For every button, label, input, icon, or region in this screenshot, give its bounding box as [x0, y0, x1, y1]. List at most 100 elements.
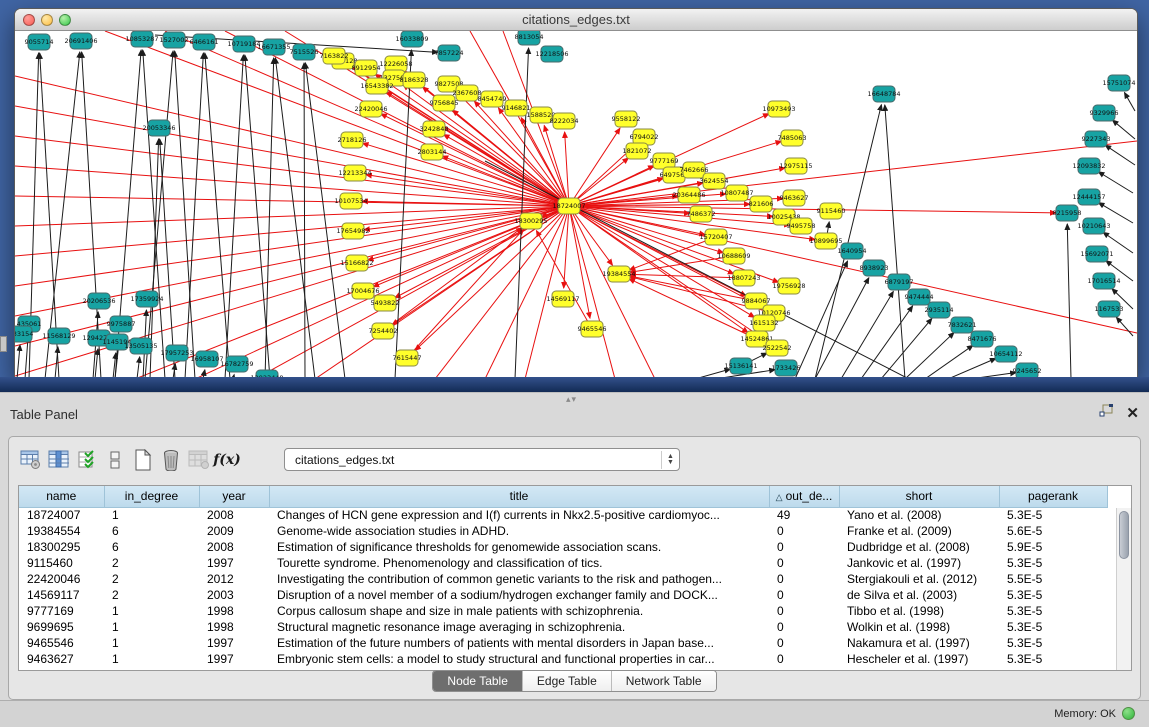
- network-node[interactable]: 9463627: [780, 190, 809, 206]
- network-node[interactable]: 12213344: [338, 165, 371, 181]
- network-node[interactable]: 8471676: [968, 331, 997, 347]
- network-node[interactable]: 8215958: [1053, 205, 1082, 221]
- network-node[interactable]: 10107534: [334, 193, 367, 209]
- network-node[interactable]: 1821072: [623, 143, 652, 159]
- column-header-year[interactable]: year: [199, 486, 269, 507]
- network-node[interactable]: 9975887: [107, 316, 136, 332]
- network-node[interactable]: 9465546: [578, 321, 607, 337]
- network-edge[interactable]: [15, 206, 569, 286]
- network-node[interactable]: 14569117: [546, 291, 579, 307]
- network-node[interactable]: 10210643: [1077, 218, 1110, 234]
- column-header-short[interactable]: short: [839, 486, 999, 507]
- network-node[interactable]: 15166822: [340, 255, 373, 271]
- attribute-table[interactable]: namein_degreeyeartitle△out_de...shortpag…: [18, 485, 1132, 671]
- network-window-titlebar[interactable]: citations_edges.txt: [15, 9, 1137, 31]
- network-node[interactable]: 3624554: [700, 173, 729, 189]
- tab-node-table[interactable]: Node Table: [433, 671, 523, 691]
- table-scrollbar[interactable]: [1116, 508, 1131, 671]
- network-node[interactable]: 7485063: [778, 130, 807, 146]
- network-node[interactable]: 9227343: [1082, 131, 1111, 147]
- network-node[interactable]: 933154: [15, 326, 33, 342]
- network-node[interactable]: 19756928: [772, 278, 805, 294]
- column-header-title[interactable]: title: [269, 486, 769, 507]
- splitter-handle[interactable]: ▴▾: [566, 394, 577, 405]
- network-node[interactable]: 10654112: [989, 346, 1022, 362]
- network-edge[interactable]: [905, 333, 954, 378]
- network-edge[interactable]: [1105, 145, 1135, 165]
- network-node[interactable]: 2522542: [763, 340, 792, 356]
- tab-edge-table[interactable]: Edge Table: [523, 671, 612, 691]
- network-edge[interactable]: [569, 206, 1137, 333]
- network-node[interactable]: 10853287: [125, 31, 158, 47]
- network-node[interactable]: 15720407: [699, 229, 732, 245]
- network-node[interactable]: 1615132: [750, 315, 779, 331]
- network-node[interactable]: 16033809: [395, 31, 428, 47]
- row-selector-icon[interactable]: [101, 447, 129, 473]
- network-node[interactable]: 8813054: [515, 31, 544, 45]
- table-row[interactable]: 1456911722003Disruption of a novel membe…: [19, 587, 1107, 603]
- network-node[interactable]: 9115460: [817, 203, 846, 219]
- network-edge[interactable]: [536, 231, 592, 329]
- table-mode-icon[interactable]: [17, 447, 45, 473]
- network-edge[interactable]: [143, 50, 165, 378]
- network-node[interactable]: 12444157: [1072, 189, 1105, 205]
- network-edge[interactable]: [205, 53, 230, 378]
- network-edge[interactable]: [795, 261, 848, 378]
- column-header-name[interactable]: name: [19, 486, 104, 507]
- network-node[interactable]: 9756845: [430, 95, 459, 111]
- zoom-window-icon[interactable]: [59, 14, 71, 26]
- network-edge[interactable]: [82, 52, 101, 378]
- network-node[interactable]: 9558122: [612, 111, 641, 127]
- network-edge[interactable]: [195, 206, 569, 378]
- network-node[interactable]: 1527002: [160, 32, 189, 48]
- network-edge[interactable]: [17, 345, 20, 378]
- network-edge[interactable]: [629, 279, 757, 339]
- network-node[interactable]: 1640954: [838, 243, 867, 259]
- network-edge[interactable]: [885, 105, 905, 378]
- network-edge[interactable]: [1124, 93, 1135, 111]
- network-node[interactable]: 9055714: [25, 34, 54, 50]
- table-select[interactable]: citations_edges.txt ▲▼: [284, 448, 680, 471]
- table-row[interactable]: 1938455462009Genome-wide association stu…: [19, 523, 1107, 539]
- network-node[interactable]: 7254402: [369, 323, 398, 339]
- show-columns-icon[interactable]: [45, 447, 73, 473]
- network-node[interactable]: 17654982: [336, 223, 369, 239]
- network-edge[interactable]: [569, 141, 1137, 206]
- close-window-icon[interactable]: [23, 14, 35, 26]
- float-panel-icon[interactable]: [1099, 404, 1114, 423]
- network-node[interactable]: 7486372: [687, 206, 716, 222]
- column-header-outde[interactable]: △out_de...: [769, 486, 839, 507]
- network-node[interactable]: 9329966: [1090, 105, 1119, 121]
- network-node[interactable]: 10807487: [720, 185, 753, 201]
- close-panel-icon[interactable]: ✕: [1126, 407, 1139, 421]
- network-node[interactable]: 20364486: [672, 187, 705, 203]
- network-node[interactable]: 7832621: [948, 317, 977, 333]
- network-node[interactable]: 9495758: [787, 218, 816, 234]
- network-edge[interactable]: [815, 278, 869, 378]
- table-row[interactable]: 1872400712008Changes of HCN gene express…: [19, 507, 1107, 523]
- network-node[interactable]: 1167533: [1095, 301, 1124, 317]
- memory-ok-icon[interactable]: [1122, 707, 1135, 720]
- network-edge[interactable]: [305, 63, 345, 378]
- network-edge[interactable]: [304, 63, 305, 378]
- network-node[interactable]: 15692071: [1080, 246, 1113, 262]
- table-row[interactable]: 1830029562008Estimation of significance …: [19, 539, 1107, 555]
- network-edge[interactable]: [15, 196, 569, 206]
- table-row[interactable]: 977716911998Corpus callosum shape and si…: [19, 603, 1107, 619]
- network-node[interactable]: 821606: [749, 196, 774, 212]
- network-node[interactable]: 12218506: [535, 46, 568, 62]
- network-node[interactable]: 16958107: [190, 351, 223, 367]
- table-row[interactable]: 911546021997Tourette syndrome. Phenomeno…: [19, 555, 1107, 571]
- network-node[interactable]: 5493822: [371, 295, 400, 311]
- network-window[interactable]: citations_edges.txt 18724007866012889129…: [14, 8, 1138, 378]
- network-canvas[interactable]: 1872400786601288912954122260581327503165…: [15, 31, 1137, 378]
- minimize-window-icon[interactable]: [41, 14, 53, 26]
- network-node[interactable]: 15751074: [1102, 75, 1135, 91]
- network-node[interactable]: 7163822: [320, 48, 349, 64]
- network-edge[interactable]: [137, 357, 140, 378]
- network-node[interactable]: 17957253: [160, 345, 193, 361]
- column-header-pagerank[interactable]: pagerank: [999, 486, 1107, 507]
- network-edge[interactable]: [265, 58, 274, 378]
- network-edge[interactable]: [1116, 317, 1133, 336]
- network-edge[interactable]: [225, 55, 243, 378]
